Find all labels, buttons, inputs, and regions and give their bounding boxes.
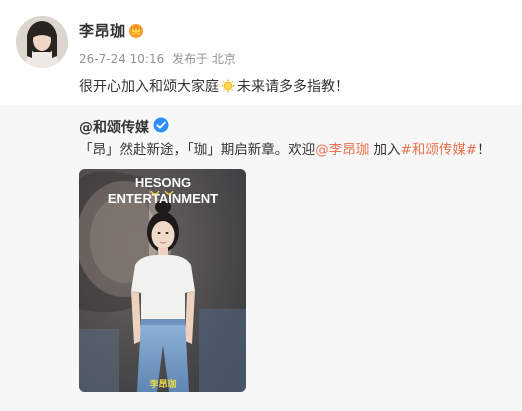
content-text-before: 很开心加入和颂大家庭 [79,79,219,95]
sun-emoji-icon [220,78,236,94]
post-content: 很开心加入和颂大家庭 未来请多多指教！ [79,76,349,96]
content-text-after: 未来请多多指教！ [237,79,349,95]
repost-text-part1: 「昂」然赴新途，「珈」期启新章。欢迎 [79,142,316,158]
brand-line2: ENTERTAINMENT [108,191,218,206]
repost-card[interactable]: @和颂传媒 「昂」然赴新途，「珈」期启新章。欢迎@李昂珈 加入#和颂传媒#！ H… [0,105,522,411]
poster-name-tag: 李昂珈 [148,378,176,390]
user-avatar[interactable] [16,16,68,68]
crown-badge-icon[interactable] [127,22,145,38]
mention-link[interactable]: @李昂珈 [315,142,369,158]
weibo-post: 李昂珈 26-7-24 10:16 发布于 北京 很开心加入和颂大家庭 未来请多… [0,0,522,411]
brand-line1: HESONG [135,175,191,190]
post-timestamp[interactable]: 26-7-24 10:16 [79,52,164,66]
post-location: 发布于 北京 [172,52,236,66]
repost-text: 「昂」然赴新途，「珈」期启新章。欢迎@李昂珈 加入#和颂传媒#！ [79,138,491,158]
post-meta: 26-7-24 10:16 发布于 北京 [79,50,240,67]
repost-text-part3: ！ [477,142,491,158]
username[interactable]: 李昂珈 [79,20,126,41]
repost-author[interactable]: @和颂传媒 [79,117,149,137]
repost-text-part2: 加入 [369,142,401,158]
poster-image[interactable]: HESONG ENTERTAINMENT 李昂珈 [79,169,246,392]
hashtag-link[interactable]: #和颂传媒# [401,142,478,158]
verified-icon [153,117,169,133]
